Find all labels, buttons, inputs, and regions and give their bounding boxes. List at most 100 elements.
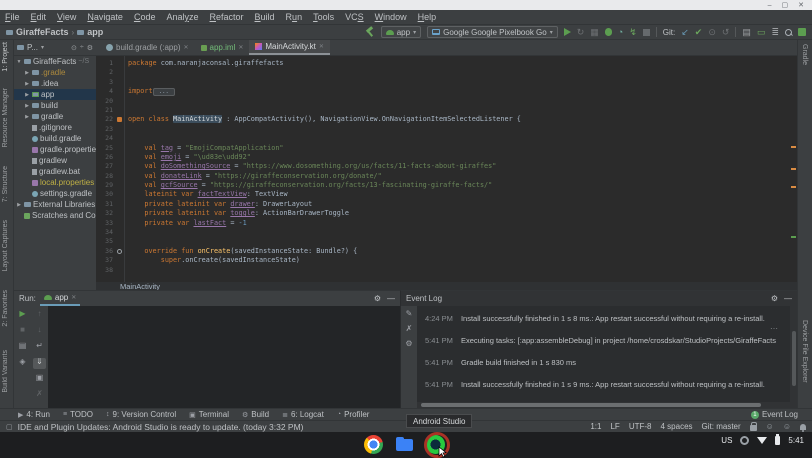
avd-manager-icon[interactable]: ▭ [757,28,766,37]
window-icon[interactable]: ▢ [6,423,13,431]
collapse-all-icon[interactable]: ÷ [80,44,84,51]
status-lf[interactable]: LF [610,422,619,431]
tree-item-gradle[interactable]: ▶.gradle [14,67,96,78]
toolwindow-7-structure[interactable]: 7: Structure [2,166,9,202]
tree-item-gradlew-bat[interactable]: gradlew.bat [14,166,96,177]
tree-item-settings-gradle[interactable]: settings.gradle [14,188,96,199]
close-icon[interactable]: ✕ [183,44,188,51]
git-history-icon[interactable]: ⊙ [708,28,716,37]
tree-item-gradle[interactable]: ▶gradle [14,111,96,122]
menu-tools[interactable]: Tools [313,12,334,22]
settings-icon[interactable] [798,28,806,36]
toolwindow-layout-captures[interactable]: Layout Captures [2,220,9,271]
toolwindow-build[interactable]: ⚙Build [242,410,269,419]
toolwindow-device-file-explorer[interactable]: Device File Explorer [801,320,808,383]
restore-layout-icon[interactable]: ▤ [16,342,29,353]
up-stack-trace-icon[interactable]: ↑ [33,310,46,321]
tree-item-build-gradle[interactable]: build.gradle [14,133,96,144]
print-icon[interactable]: ▣ [33,374,46,385]
menu-navigate[interactable]: Navigate [87,12,123,22]
status-4-spaces[interactable]: 4 spaces [661,422,693,431]
menu-vcs[interactable]: VCS [345,12,364,22]
tab-app-iml[interactable]: app.iml✕ [195,40,250,55]
sdk-manager-icon[interactable]: ≣ [771,28,779,37]
keyboard-layout[interactable]: US [721,436,732,445]
files-icon[interactable] [395,435,414,454]
device-select[interactable]: Google Google Pixelbook Go ▾ [427,26,558,38]
coverage-icon[interactable]: ▦ [590,28,599,37]
more-icon[interactable]: ⋯ [770,324,778,333]
restore-icon[interactable]: ▢ [782,2,789,9]
settings-pencil-icon[interactable]: ✎ [406,310,413,318]
tree-item-gitignore[interactable]: .gitignore [14,122,96,133]
toolwindow-6-logcat[interactable]: ≣6: Logcat [282,410,324,419]
clear-all-icon[interactable]: ✗ [33,390,46,401]
toolwindow-build-variants[interactable]: Build Variants [2,350,9,393]
notifications-bell-icon[interactable] [800,424,806,430]
status-message[interactable]: IDE and Plugin Updates: Android Studio i… [18,422,304,432]
project-structure-icon[interactable]: ▤ [742,28,751,37]
tree-item-idea[interactable]: ▶.idea [14,78,96,89]
menu-analyze[interactable]: Analyze [166,12,198,22]
run-console[interactable] [48,306,400,408]
rerun-icon[interactable]: ▶ [16,310,29,321]
close-icon[interactable]: ✕ [319,43,324,50]
menu-help[interactable]: Help [418,12,437,22]
scroll-to-end-icon[interactable]: ⇓ [33,358,46,369]
status-git-master[interactable]: Git: master [702,422,741,431]
event-log-hscrollbar[interactable] [421,403,761,407]
menu-edit[interactable]: Edit [31,12,47,22]
panel-settings-icon[interactable]: ⚙ [87,44,93,52]
toolwindow-2-favorites[interactable]: 2: Favorites [2,290,9,327]
menu-view[interactable]: View [57,12,76,22]
feedback-smiley-icon[interactable]: ☺ [783,423,791,431]
close-icon[interactable]: ✕ [71,294,76,301]
toolwindow-profiler[interactable]: ◔Profiler [337,410,370,419]
git-update-icon[interactable]: ↙ [681,28,689,37]
system-tray[interactable]: US 5:41 [721,436,804,445]
pin-icon[interactable]: ◈ [16,358,29,369]
toolwindow-1-project[interactable]: 1: Project [2,42,9,72]
tree-item-app[interactable]: ▶app [14,89,96,100]
hide-panel-icon[interactable]: — [387,294,395,303]
run-tab-app[interactable]: app ✕ [40,292,80,306]
hide-panel-icon[interactable]: — [784,294,792,303]
tree-item-gradle-properties[interactable]: gradle.properties [14,144,96,155]
stop-button[interactable] [643,29,650,36]
toolwindow-gradle[interactable]: Gradle [801,44,808,65]
tree-item-scratches-and-consoles[interactable]: Scratches and Consoles [14,210,96,221]
debug-button[interactable] [605,28,612,36]
clear-all-icon[interactable]: ✗ [406,325,413,333]
tree-item-external-libraries[interactable]: ▶External Libraries [14,199,96,210]
wrench-icon[interactable]: ⚙ [405,340,412,348]
close-icon[interactable]: ✕ [238,44,243,51]
project-view-select[interactable]: P... [27,43,38,52]
run-button[interactable] [564,28,571,36]
tree-item-local-properties[interactable]: local.properties [14,177,96,188]
profiler-button[interactable]: ◔ [618,28,623,37]
lock-icon[interactable] [750,425,757,431]
override-gutter-icon[interactable] [117,249,122,254]
menu-run[interactable]: Run [286,12,303,22]
search-icon[interactable] [785,29,792,36]
toolwindow-terminal[interactable]: ▣Terminal [189,410,229,419]
locate-file-icon[interactable]: ⊙ [71,44,77,52]
toolwindow-todo[interactable]: ≡TODO [63,410,93,419]
panel-settings-icon[interactable]: ⚙ [771,294,778,303]
editor-scrollbar[interactable] [790,56,797,282]
chrome-icon[interactable] [364,435,383,454]
menu-window[interactable]: Window [375,12,407,22]
menu-file[interactable]: File [5,12,20,22]
menu-code[interactable]: Code [134,12,156,22]
tab-build-gradle-app[interactable]: build.gradle (:app)✕ [100,40,195,55]
git-commit-icon[interactable]: ✔ [695,28,703,37]
build-hammer-icon[interactable] [365,27,375,37]
status-utf-8[interactable]: UTF-8 [629,422,652,431]
tab-mainactivity-kt[interactable]: MainActivity.kt✕ [249,40,330,55]
tree-item-build[interactable]: ▶build [14,100,96,111]
down-stack-trace-icon[interactable]: ↓ [33,326,46,337]
soft-wrap-icon[interactable]: ↵ [33,342,46,353]
editor-breadcrumb[interactable]: MainActivity [96,282,797,290]
toolwindow-4-run[interactable]: ▶4: Run [18,410,50,419]
tree-item-gradlew[interactable]: gradlew [14,155,96,166]
